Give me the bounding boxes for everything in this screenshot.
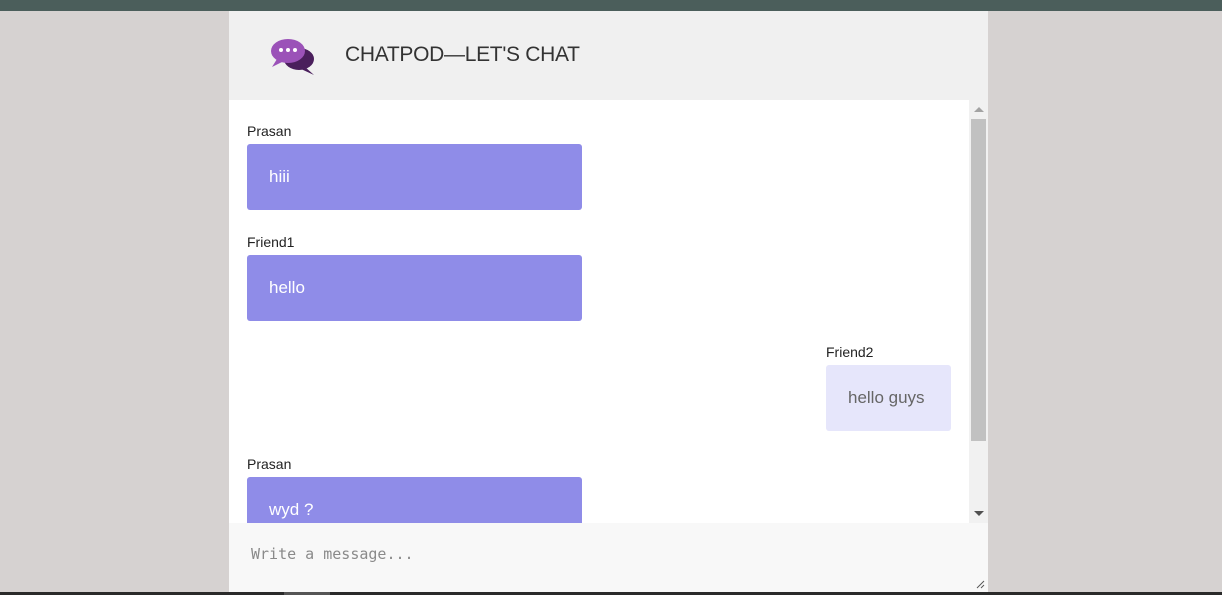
message-input[interactable] — [229, 523, 988, 592]
browser-top-bar — [0, 0, 1222, 11]
scroll-up-arrow-icon[interactable] — [974, 107, 984, 112]
message-sender: Prasan — [247, 456, 292, 472]
message-scrollbar[interactable] — [969, 100, 988, 523]
message-sender: Prasan — [247, 123, 292, 139]
message-composer — [229, 523, 988, 592]
message-bubble: hiii — [247, 144, 582, 210]
app-title: CHATPOD—LET'S CHAT — [345, 43, 580, 66]
chat-header: CHATPOD—LET'S CHAT — [229, 11, 988, 100]
scroll-down-arrow-icon[interactable] — [974, 511, 984, 516]
message-bubble: hello guys — [826, 365, 951, 431]
message-list[interactable]: Prasan hiii Friend1 hello Friend2 hello … — [229, 100, 969, 523]
message-bubble: wyd ? — [247, 477, 582, 523]
message-sender: Friend1 — [247, 234, 295, 250]
chat-window: CHATPOD—LET'S CHAT Prasan hiii Friend1 h… — [229, 11, 988, 592]
message-bubble: hello — [247, 255, 582, 321]
message-sender: Friend2 — [826, 344, 874, 360]
chat-bubbles-icon — [271, 39, 314, 75]
resize-handle-icon[interactable] — [976, 580, 985, 589]
scroll-thumb[interactable] — [971, 119, 986, 441]
